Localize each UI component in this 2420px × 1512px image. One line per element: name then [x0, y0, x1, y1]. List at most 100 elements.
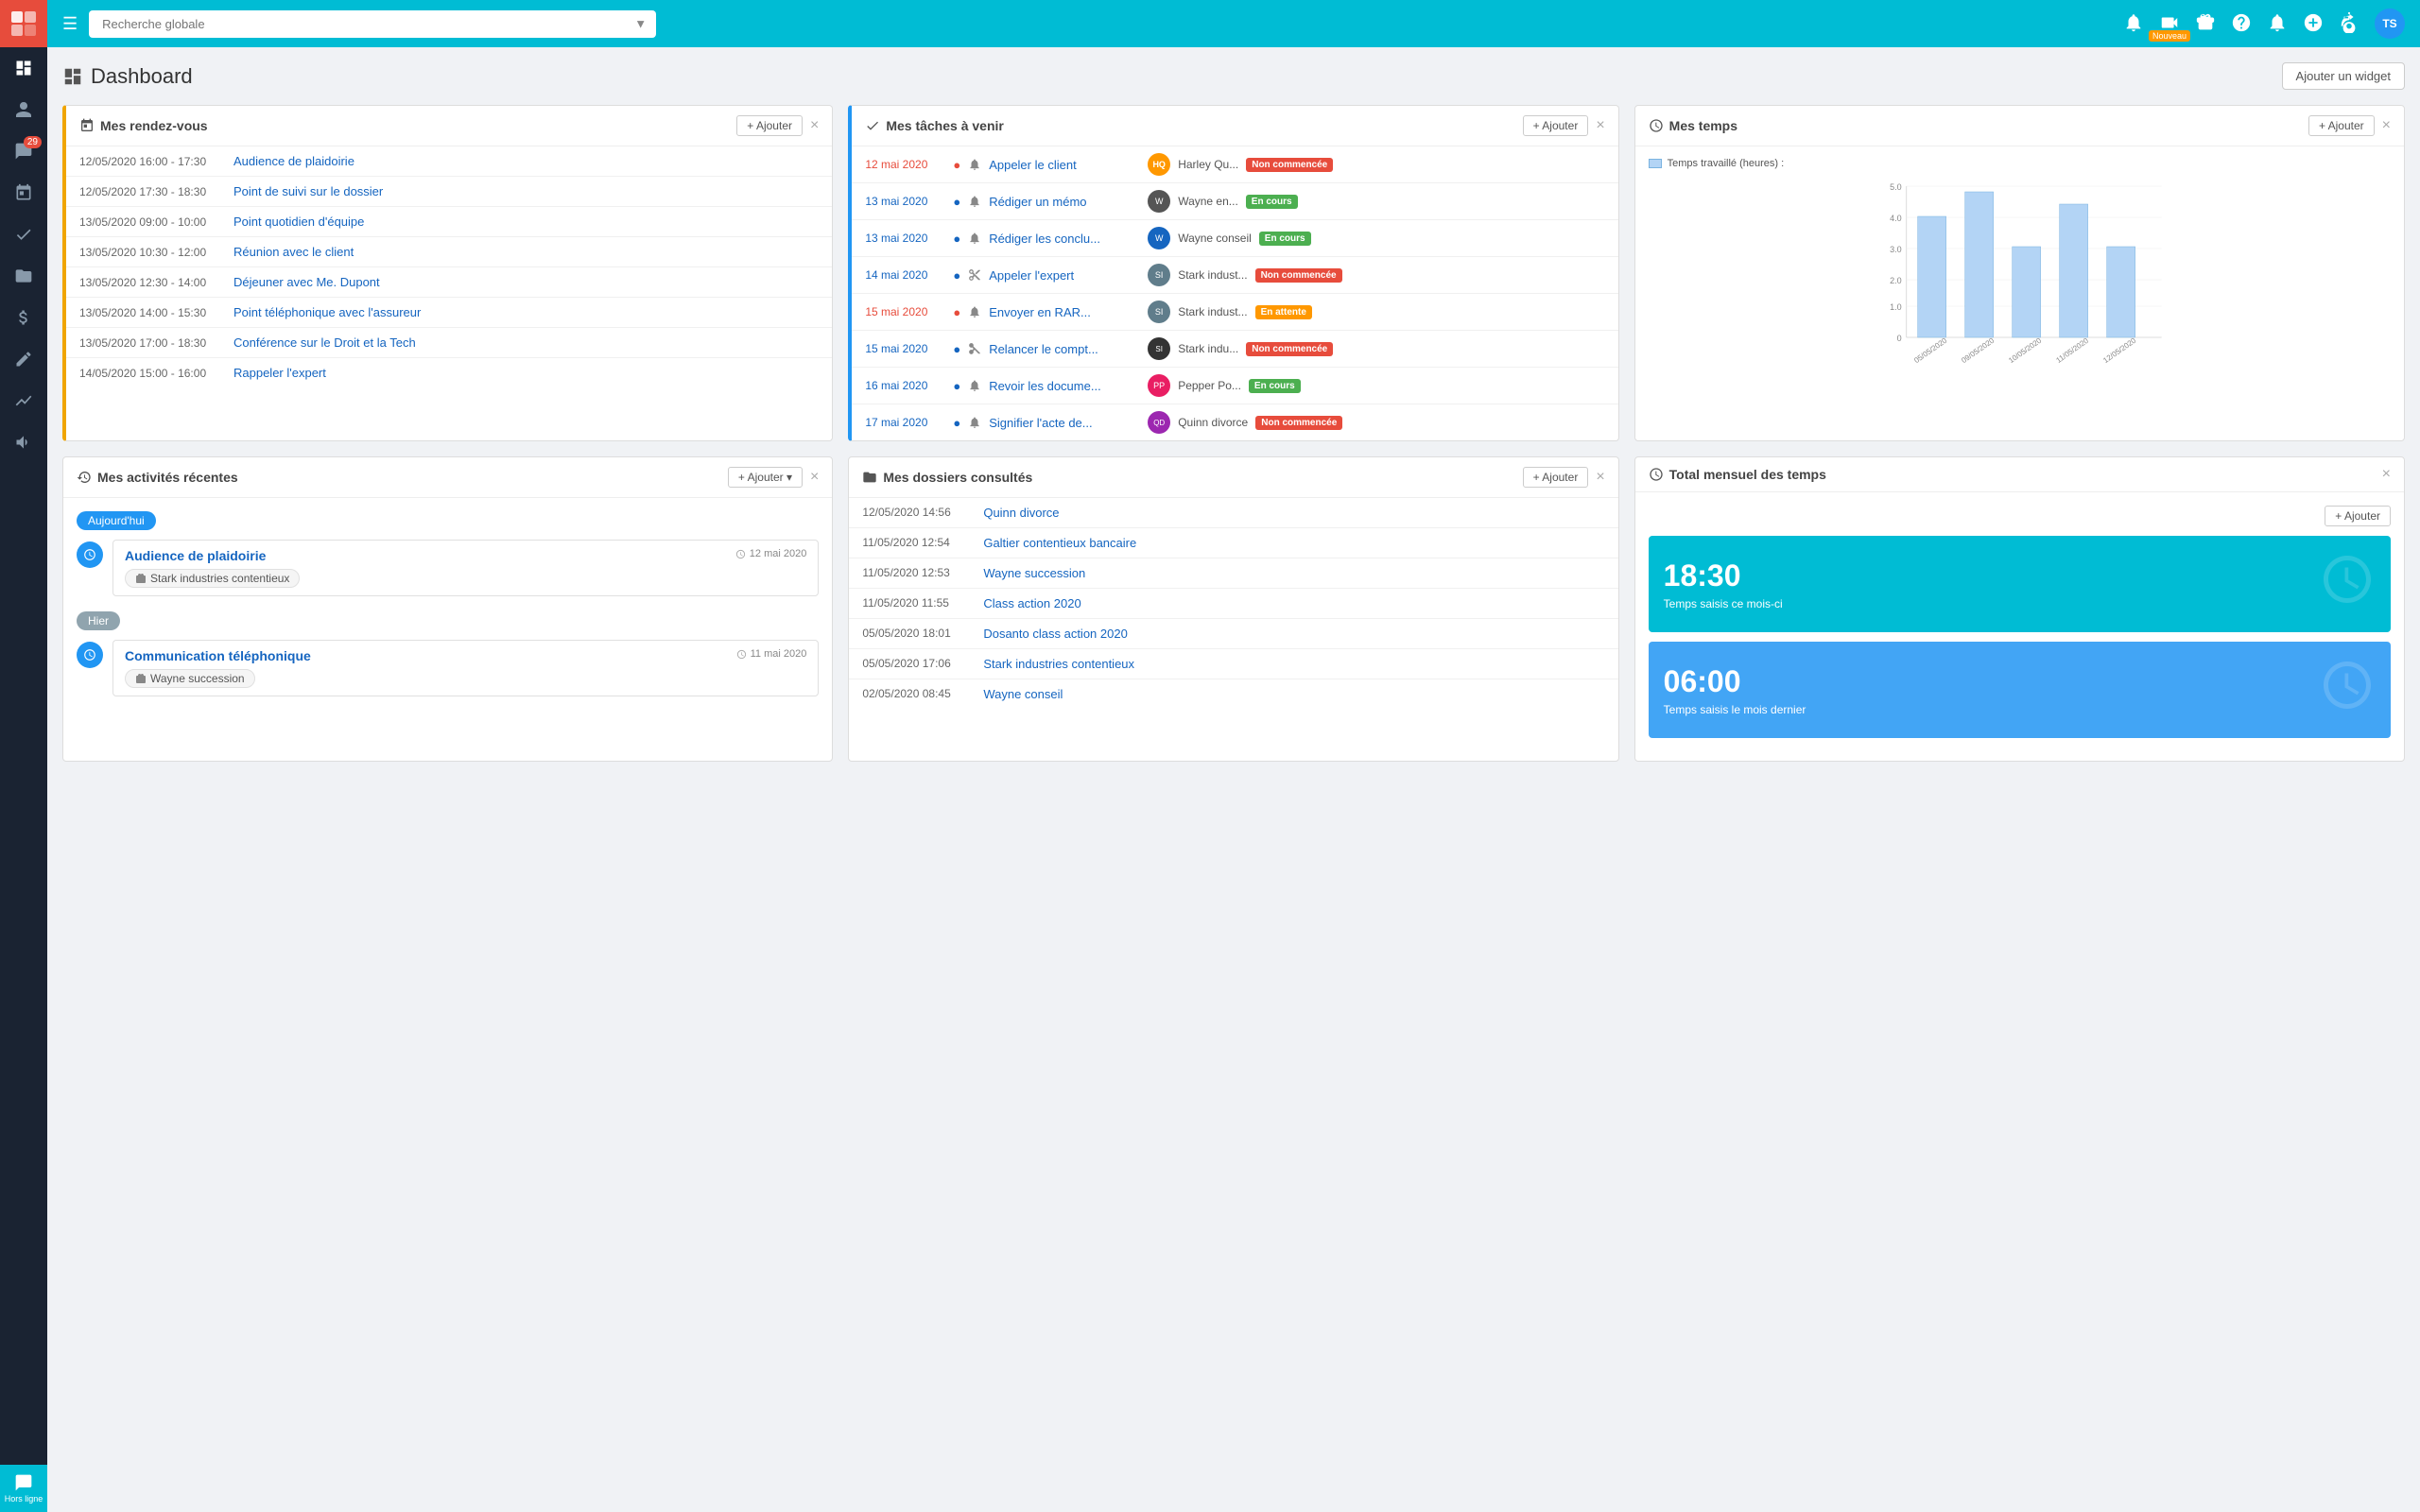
task-item: 12 mai 2020 ● Appeler le client HQ Harle…	[852, 146, 1617, 183]
total-temps-close-button[interactable]: ×	[2382, 467, 2391, 482]
add-icon[interactable]	[2303, 12, 2324, 36]
taches-close-button[interactable]: ×	[1596, 118, 1604, 133]
search-input[interactable]	[89, 10, 656, 38]
status-badge: Non commencée	[1255, 416, 1342, 430]
sidebar-item-contacts[interactable]	[0, 89, 47, 130]
widget-taches-title: Mes tâches à venir	[865, 118, 1004, 133]
task-item: 16 mai 2020 ● Revoir les docume... PP Pe…	[852, 368, 1617, 404]
activity-card-date: 11 mai 2020	[736, 648, 807, 660]
svg-text:1.0: 1.0	[1890, 302, 1902, 312]
widget-dossiers-title: Mes dossiers consultés	[862, 470, 1032, 485]
chart-legend: Temps travaillé (heures) :	[1649, 158, 2391, 169]
widget-dossiers: Mes dossiers consultés + Ajouter × 12/05…	[848, 456, 1618, 762]
task-avatar: W	[1148, 227, 1170, 249]
rdv-item: 12/05/2020 17:30 - 18:30 Point de suivi …	[66, 177, 832, 207]
dossiers-close-button[interactable]: ×	[1596, 470, 1604, 485]
sidebar-item-billing[interactable]	[0, 297, 47, 338]
activity-card-sub: Wayne succession	[125, 669, 806, 688]
calendar-icon	[79, 118, 95, 133]
temps-add-button[interactable]: + Ajouter	[2308, 115, 2375, 136]
add-widget-button[interactable]: Ajouter un widget	[2282, 62, 2405, 90]
widget-rendez-vous-header: Mes rendez-vous + Ajouter ×	[66, 106, 832, 146]
dossier-item: 12/05/2020 14:56 Quinn divorce	[849, 498, 1617, 528]
app-logo[interactable]	[0, 0, 47, 47]
header: ☰ ▼ Nouveau	[47, 0, 2420, 47]
clock-icon	[83, 648, 96, 662]
status-badge: Non commencée	[1246, 158, 1333, 172]
svg-text:12/05/2020: 12/05/2020	[2101, 335, 2137, 365]
messages-badge: 29	[24, 136, 42, 148]
dossier-item: 11/05/2020 11:55 Class action 2020	[849, 589, 1617, 619]
today-badge: Aujourd'hui	[77, 511, 156, 530]
sidebar-item-calendar[interactable]	[0, 172, 47, 214]
notifications-icon[interactable]	[2123, 12, 2144, 36]
sidebar-item-messages[interactable]: 29	[0, 130, 47, 172]
activity-card-header: Audience de plaidoirie 12 mai 2020	[125, 548, 806, 563]
dashboard-grid-bottom: Mes activités récentes + Ajouter ▾ × Auj…	[62, 456, 2405, 762]
video-icon[interactable]: Nouveau	[2159, 12, 2180, 36]
sidebar-item-tasks[interactable]	[0, 214, 47, 255]
sidebar-chat[interactable]: Hors ligne	[0, 1465, 47, 1512]
taches-add-button[interactable]: + Ajouter	[1523, 115, 1589, 136]
task-priority-icon: ●	[953, 416, 960, 430]
widget-activites-body: Aujourd'hui Audience de plaidoirie 12 ma…	[63, 498, 832, 717]
briefcase-icon	[135, 573, 147, 584]
status-badge: Non commencée	[1246, 342, 1333, 356]
svg-text:4.0: 4.0	[1890, 214, 1902, 223]
dossiers-add-button[interactable]: + Ajouter	[1523, 467, 1589, 488]
page-title-bar: Dashboard Ajouter un widget	[62, 62, 2405, 90]
activity-card-sub: Stark industries contentieux	[125, 569, 806, 588]
svg-text:2.0: 2.0	[1890, 276, 1902, 285]
bar-chart: 5.0 4.0 3.0 2.0 1.0 0	[1649, 177, 2391, 366]
activity-card-title[interactable]: Audience de plaidoirie	[125, 548, 266, 563]
activity-card: Audience de plaidoirie 12 mai 2020 Stark…	[112, 540, 819, 596]
task-priority-icon: ●	[953, 195, 960, 209]
timer-icon[interactable]	[2339, 12, 2360, 36]
scissors-icon	[968, 342, 981, 355]
content-area: Dashboard Ajouter un widget Mes rendez-v…	[47, 47, 2420, 1512]
rendez-vous-add-button[interactable]: + Ajouter	[736, 115, 803, 136]
bell-icon[interactable]	[2267, 12, 2288, 36]
sidebar-item-dashboard[interactable]	[0, 47, 47, 89]
widget-temps: Mes temps + Ajouter × Temps travaillé (h…	[1634, 105, 2405, 441]
sidebar-item-files[interactable]	[0, 255, 47, 297]
temps-close-button[interactable]: ×	[2382, 118, 2391, 133]
hamburger-button[interactable]: ☰	[62, 14, 78, 34]
nouveau-badge: Nouveau	[2149, 30, 2190, 42]
widget-dossiers-header: Mes dossiers consultés + Ajouter ×	[849, 457, 1617, 498]
chart-legend-box	[1649, 159, 1662, 168]
activites-add-button[interactable]: + Ajouter ▾	[728, 467, 803, 488]
svg-text:09/05/2020: 09/05/2020	[1960, 335, 1996, 365]
user-avatar[interactable]: TS	[2375, 9, 2405, 39]
widget-total-temps-body: + Ajouter 18:30 Temps saisis ce mois-ci	[1635, 492, 2404, 761]
bell-icon	[968, 379, 981, 392]
widget-temps-title: Mes temps	[1649, 118, 1737, 133]
total-temps-add-button[interactable]: + Ajouter	[2325, 506, 2391, 526]
dashboard-grid-top: Mes rendez-vous + Ajouter × 12/05/2020 1…	[62, 105, 2405, 441]
sidebar-item-notes[interactable]	[0, 338, 47, 380]
help-icon[interactable]	[2231, 12, 2252, 36]
clock-small-icon	[736, 649, 747, 660]
sidebar: 29 Hors ligne	[0, 0, 47, 1512]
rendez-vous-close-button[interactable]: ×	[810, 118, 819, 133]
task-item: 17 mai 2020 ● Signifier l'acte de... QD …	[852, 404, 1617, 440]
status-badge: Non commencée	[1255, 268, 1342, 283]
bar-05-05	[1917, 216, 1945, 337]
activity-card-title[interactable]: Communication téléphonique	[125, 648, 311, 663]
rdv-item: 13/05/2020 09:00 - 10:00 Point quotidien…	[66, 207, 832, 237]
activites-close-button[interactable]: ×	[810, 470, 819, 485]
gift-icon[interactable]	[2195, 12, 2216, 36]
task-avatar: PP	[1148, 374, 1170, 397]
widget-activites: Mes activités récentes + Ajouter ▾ × Auj…	[62, 456, 833, 762]
task-item: 15 mai 2020 ● Relancer le compt... SI St…	[852, 331, 1617, 368]
rdv-item: 13/05/2020 12:30 - 14:00 Déjeuner avec M…	[66, 267, 832, 298]
sidebar-item-settings[interactable]	[0, 421, 47, 463]
widget-taches-body: 12 mai 2020 ● Appeler le client HQ Harle…	[852, 146, 1617, 440]
page-title: Dashboard	[62, 64, 193, 89]
sidebar-item-reports[interactable]	[0, 380, 47, 421]
bar-09-05	[1964, 192, 1993, 337]
clock-icon	[1649, 118, 1664, 133]
svg-text:5.0: 5.0	[1890, 182, 1902, 192]
task-item: 14 mai 2020 ● Appeler l'expert SI Stark …	[852, 257, 1617, 294]
widget-taches-actions: + Ajouter ×	[1523, 115, 1605, 136]
